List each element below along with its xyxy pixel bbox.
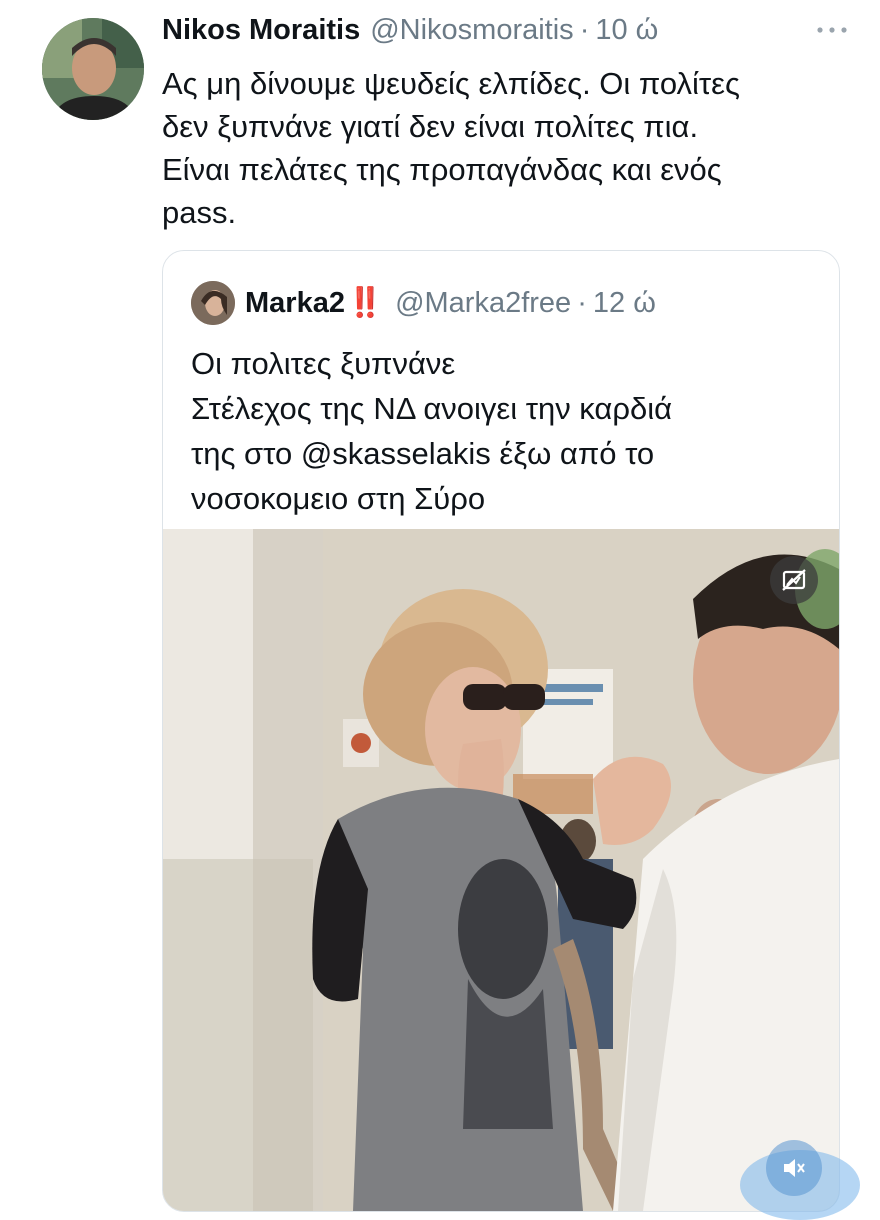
quoted-author-avatar[interactable] — [191, 281, 235, 325]
quoted-text-line[interactable]: της στο @skasselakis έξω από το — [191, 431, 831, 476]
more-horizontal-icon[interactable] — [812, 20, 852, 40]
author-avatar[interactable] — [42, 18, 144, 120]
tweet-text-line: Ας μη δίνουμε ψευδείς ελπίδες. Οι πολίτε… — [162, 66, 740, 101]
video-player[interactable] — [163, 529, 839, 1211]
tweet-text: Ας μη δίνουμε ψευδείς ελπίδες. Οι πολίτε… — [162, 62, 842, 234]
tweet-text-line: δεν ξυπνάνε γιατί δεν είναι πολίτες πια. — [162, 109, 699, 144]
author-name[interactable]: Nikos Moraitis — [162, 14, 360, 47]
tweet-header: Nikos Moraitis @Nikosmoraitis · 10 ώ — [162, 14, 852, 54]
quoted-tweet-text: Οι πολιτες ξυπνάνε Στέλεχος της ΝΔ ανοιγ… — [191, 341, 831, 521]
quoted-header-separator: · — [577, 286, 587, 319]
header-separator: · — [579, 14, 590, 46]
tweet-text-line: pass. — [162, 195, 237, 230]
tweet-time[interactable]: 10 ώ — [595, 14, 658, 47]
hide-media-icon[interactable] — [770, 556, 818, 604]
quoted-tweet-header: Marka2 ‼️ @Marka2free · 12 ώ — [245, 281, 656, 325]
quoted-tweet-time[interactable]: 12 ώ — [593, 287, 656, 320]
muted-volume-icon[interactable] — [766, 1140, 822, 1196]
tweet-text-line: Είναι πελάτες της προπαγάνδας και ενός — [162, 152, 722, 187]
double-exclamation-emoji: ‼️ — [346, 287, 383, 319]
quoted-text-line: Στέλεχος της ΝΔ ανοιγει την καρδιά — [191, 391, 673, 426]
quoted-text-line: Οι πολιτες ξυπνάνε — [191, 346, 456, 381]
quoted-text-line: νοσοκομειο στη Σύρο — [191, 481, 486, 516]
video-frame — [163, 529, 839, 1211]
quoted-tweet[interactable]: Marka2 ‼️ @Marka2free · 12 ώ Οι πολιτες … — [162, 250, 840, 1212]
quoted-author-handle[interactable]: @Marka2free — [395, 287, 571, 320]
quoted-author-name[interactable]: Marka2 — [245, 287, 345, 320]
author-handle[interactable]: @Nikosmoraitis — [370, 14, 573, 47]
